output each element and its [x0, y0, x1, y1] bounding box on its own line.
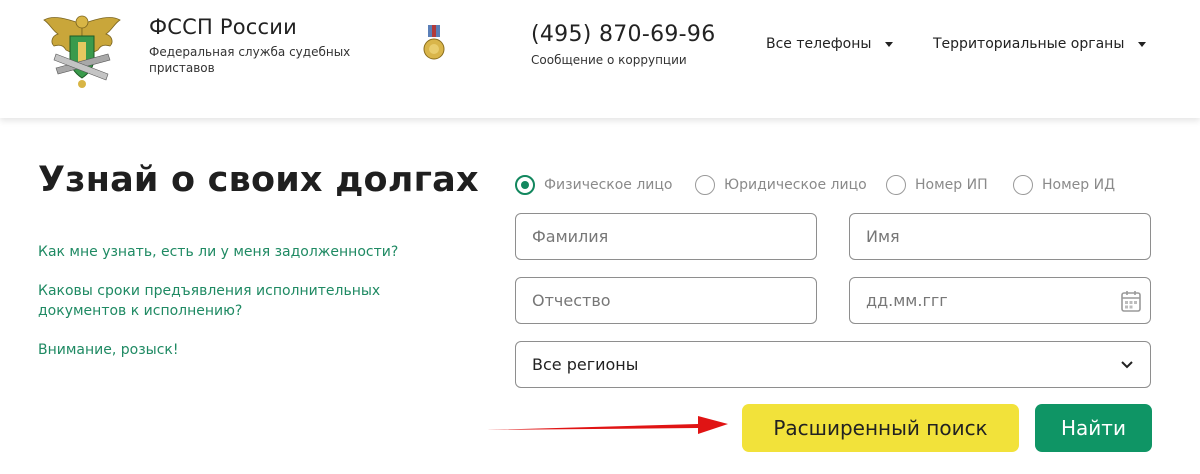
site-header: ФССП России Федеральная служба судебных … [0, 0, 1200, 118]
firstname-field-box [849, 213, 1151, 260]
medal-icon [423, 25, 445, 60]
radio-id-number[interactable]: Номер ИД [1013, 175, 1115, 195]
radio-legal-entity[interactable]: Юридическое лицо [695, 175, 867, 195]
phone-caption: Сообщение о коррупции [531, 53, 687, 67]
birthdate-input[interactable] [850, 278, 1150, 323]
fssp-emblem-icon[interactable] [40, 10, 124, 90]
radio-unchecked-icon [695, 175, 715, 195]
firstname-input[interactable] [850, 214, 1150, 259]
red-arrow-icon [486, 416, 728, 434]
faq-link-debts[interactable]: Как мне узнать, есть ли у меня задолженн… [38, 242, 398, 262]
calendar-icon[interactable] [1121, 290, 1141, 312]
lastname-field-box [515, 213, 817, 260]
lastname-input[interactable] [516, 214, 816, 259]
chevron-down-icon [1121, 360, 1133, 368]
region-select[interactable]: Все регионы [515, 341, 1151, 388]
birthdate-field-box [849, 277, 1151, 324]
radio-unchecked-icon [1013, 175, 1033, 195]
advanced-search-button[interactable]: Расширенный поиск [742, 404, 1019, 452]
radio-individual[interactable]: Физическое лицо [515, 175, 673, 195]
region-select-value: Все регионы [532, 355, 639, 374]
corruption-phone[interactable]: (495) 870-69-96 [531, 22, 716, 47]
radio-checked-icon [515, 175, 535, 195]
caret-down-icon [885, 41, 894, 47]
radio-ip-number[interactable]: Номер ИП [886, 175, 988, 195]
radio-unchecked-icon [886, 175, 906, 195]
page-title: Узнай о своих долгах [38, 160, 479, 200]
radio-individual-label: Физическое лицо [544, 177, 673, 193]
radio-id-number-label: Номер ИД [1042, 177, 1116, 193]
find-button[interactable]: Найти [1035, 404, 1152, 452]
caret-down-icon [1138, 41, 1147, 47]
nav-territorial-bodies-label: Территориальные органы [933, 36, 1125, 52]
nav-all-phones-label: Все телефоны [766, 36, 872, 52]
radio-ip-number-label: Номер ИП [915, 177, 988, 193]
nav-territorial-bodies[interactable]: Территориальные органы [933, 36, 1147, 52]
org-title[interactable]: ФССП России [149, 15, 297, 39]
middlename-input[interactable] [516, 278, 816, 323]
radio-legal-entity-label: Юридическое лицо [724, 177, 867, 193]
faq-link-wanted[interactable]: Внимание, розыск! [38, 340, 178, 360]
middlename-field-box [515, 277, 817, 324]
nav-all-phones[interactable]: Все телефоны [766, 36, 894, 52]
faq-link-deadlines[interactable]: Каковы сроки предъявления исполнительных… [38, 281, 398, 321]
org-subtitle: Федеральная служба судебных приставов [149, 45, 351, 75]
